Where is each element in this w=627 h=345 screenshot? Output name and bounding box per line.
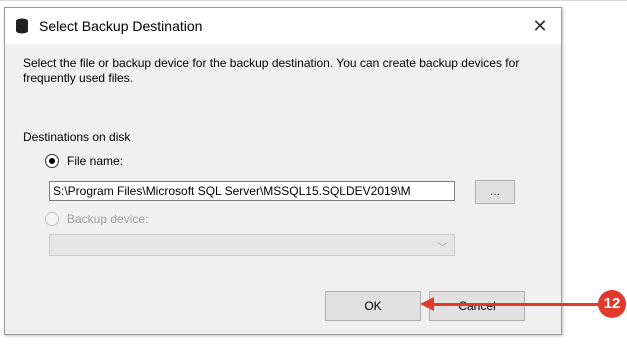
chevron-down-icon: ﹀: [437, 242, 448, 254]
file-name-radio[interactable]: [45, 154, 59, 168]
backup-device-label: Backup device:: [67, 212, 149, 226]
cancel-button[interactable]: Cancel: [429, 291, 525, 321]
dialog-description: Select the file or backup device for the…: [23, 56, 520, 85]
ok-button[interactable]: OK: [325, 291, 421, 321]
title-bar: Select Backup Destination ✕: [5, 8, 561, 44]
browse-button[interactable]: ...: [475, 180, 515, 204]
backup-destination-dialog: Select Backup Destination ✕ Select the f…: [4, 7, 562, 335]
file-name-label: File name:: [67, 154, 124, 168]
step-badge: 12: [598, 290, 626, 318]
close-icon: ✕: [532, 16, 548, 36]
annotation-arrow-head: [420, 297, 434, 311]
backup-device-radio[interactable]: [45, 212, 59, 226]
database-icon: [16, 18, 28, 34]
backup-device-select[interactable]: ﹀: [49, 234, 455, 256]
file-name-input[interactable]: S:\Program Files\Microsoft SQL Server\MS…: [49, 181, 455, 201]
background-divider: [0, 0, 627, 1]
destinations-label: Destinations on disk: [23, 130, 131, 144]
annotation-arrow-line: [430, 303, 606, 306]
dialog-title: Select Backup Destination: [39, 18, 203, 34]
dialog-body: Select the file or backup device for the…: [5, 44, 561, 334]
close-button[interactable]: ✕: [525, 14, 555, 38]
